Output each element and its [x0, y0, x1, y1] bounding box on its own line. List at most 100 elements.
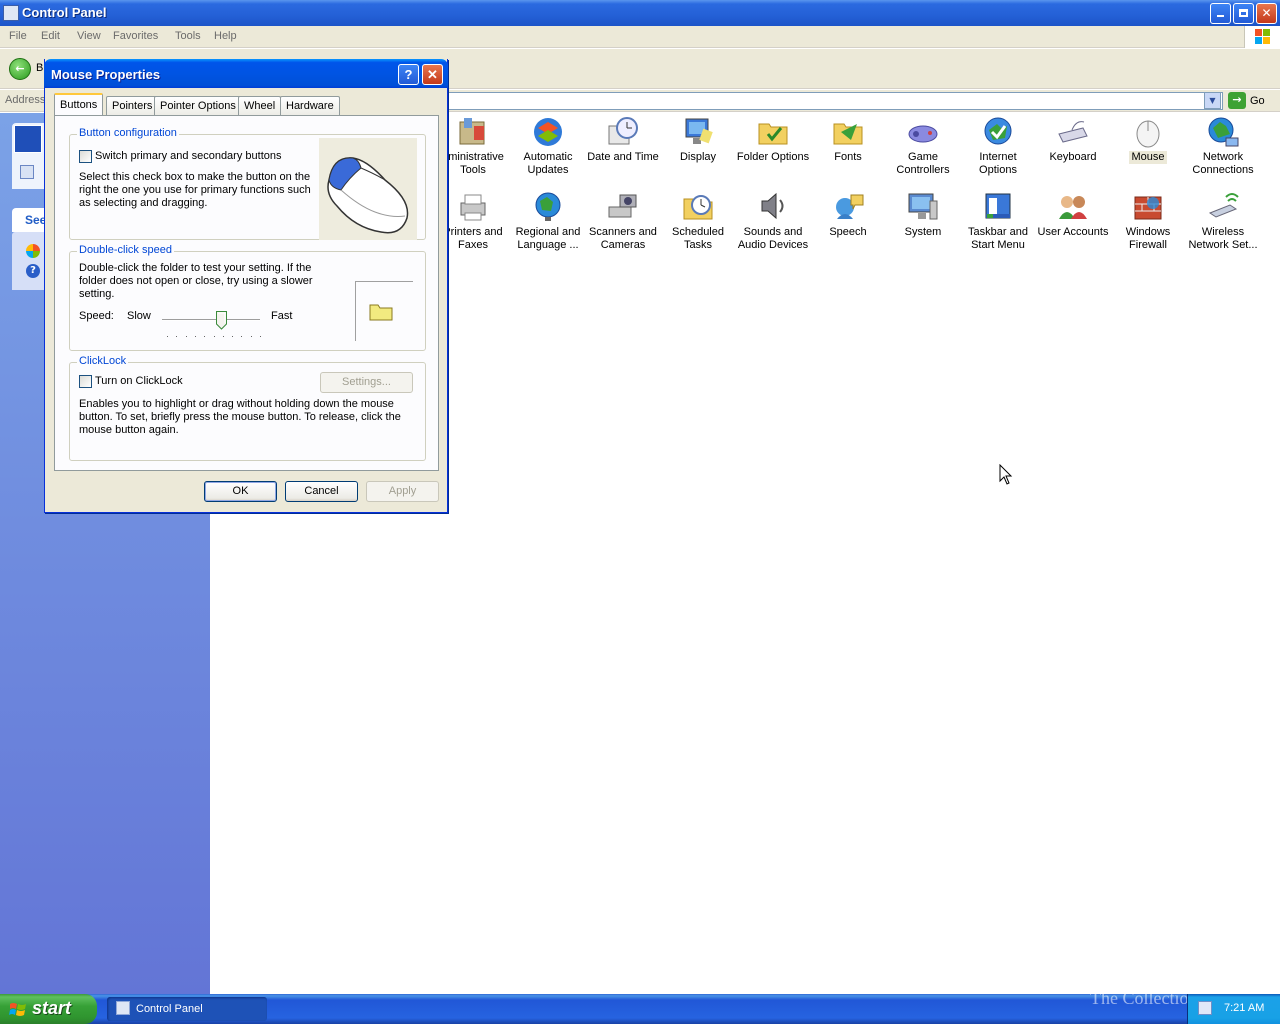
fonts-icon	[831, 116, 865, 148]
item-date-and-time[interactable]: Date and Time	[585, 116, 661, 164]
slider-tick	[185, 336, 187, 337]
ok-button[interactable]: OK	[204, 481, 277, 502]
item-mouse[interactable]: Mouse	[1110, 116, 1186, 164]
item-label: Date and Time	[587, 151, 659, 163]
tab-pointers[interactable]: Pointers	[106, 96, 159, 116]
item-wireless-network-setup[interactable]: Wireless Network Set...	[1185, 191, 1261, 252]
slider-tick	[204, 336, 206, 337]
item-user-accounts[interactable]: User Accounts	[1035, 191, 1111, 239]
item-system[interactable]: System	[885, 191, 961, 239]
go-label[interactable]: Go	[1250, 95, 1265, 107]
dialog-titlebar: Mouse Properties ? ✕	[44, 59, 448, 88]
network-tray-icon[interactable]	[1198, 1001, 1212, 1015]
clicklock-checkbox[interactable]	[79, 375, 92, 388]
double-click-description-2: folder does not open or close, try using…	[79, 275, 313, 287]
back-button[interactable]: ←	[9, 58, 31, 80]
system-icon	[906, 191, 940, 223]
item-internet-options[interactable]: Internet Options	[960, 116, 1036, 177]
mouse-properties-dialog: Mouse Properties ? ✕ Buttons Pointers Po…	[44, 59, 448, 513]
slider-tick	[241, 336, 243, 337]
minimize-button[interactable]	[1210, 3, 1231, 24]
go-button[interactable]: →	[1228, 92, 1246, 109]
windows-update-icon[interactable]	[26, 244, 40, 258]
slider-tick	[260, 336, 261, 337]
switch-buttons-label[interactable]: Switch primary and secondary buttons	[95, 150, 281, 163]
windows-flag-icon	[9, 1001, 27, 1017]
windows-logo-icon	[1244, 26, 1280, 48]
go-arrow-icon: →	[1232, 93, 1242, 106]
speed-slider-track[interactable]	[162, 319, 260, 321]
admin-tools-icon	[456, 116, 490, 148]
menu-tools[interactable]: Tools	[175, 30, 201, 42]
apply-button[interactable]: Apply	[366, 481, 439, 502]
switch-view-icon[interactable]	[20, 165, 34, 179]
taskbar-button-label: Control Panel	[136, 1003, 203, 1015]
address-input[interactable]	[448, 92, 1223, 110]
slider-tick	[213, 336, 215, 337]
item-speech[interactable]: Speech	[810, 191, 886, 239]
help-icon[interactable]: ?	[26, 264, 40, 278]
folder-options-icon	[756, 116, 790, 148]
taskbar-control-panel-button[interactable]: Control Panel	[107, 997, 267, 1021]
address-dropdown-button[interactable]: ▼	[1204, 92, 1221, 109]
item-game-controllers[interactable]: Game Controllers	[885, 116, 961, 177]
tab-wheel[interactable]: Wheel	[238, 96, 282, 116]
start-button[interactable]: start	[0, 994, 97, 1024]
group-title: ClickLock	[77, 355, 129, 367]
item-sounds-and-audio[interactable]: Sounds and Audio Devices	[735, 191, 811, 252]
item-label: Scanners and Cameras	[589, 226, 657, 251]
item-label: Scheduled Tasks	[672, 226, 724, 251]
dialog-close-button[interactable]: ✕	[422, 64, 443, 85]
test-folder-area[interactable]	[355, 281, 413, 341]
double-click-description-3: setting.	[79, 288, 115, 300]
clicklock-label[interactable]: Turn on ClickLock	[95, 375, 183, 388]
menu-favorites[interactable]: Favorites	[113, 30, 158, 42]
item-fonts[interactable]: Fonts	[810, 116, 886, 164]
switch-buttons-checkbox[interactable]	[79, 150, 92, 163]
cancel-button[interactable]: Cancel	[285, 481, 358, 502]
item-label: Network Connections	[1192, 151, 1254, 176]
tab-pointer-options[interactable]: Pointer Options	[154, 96, 242, 116]
date-time-icon	[606, 116, 640, 148]
item-label: System	[904, 226, 942, 238]
menu-view[interactable]: View	[77, 30, 101, 42]
back-arrow-icon: ←	[15, 62, 25, 75]
menu-edit[interactable]: Edit	[41, 30, 60, 42]
internet-options-icon	[981, 116, 1015, 148]
close-button[interactable]: ✕	[1256, 3, 1277, 24]
user-accounts-icon	[1056, 191, 1090, 223]
clicklock-settings-button[interactable]: Settings...	[320, 372, 413, 393]
scanners-icon	[606, 191, 640, 223]
restore-icon	[1239, 9, 1248, 17]
item-label: Display	[679, 151, 717, 163]
item-regional-and-language[interactable]: Regional and Language ...	[510, 191, 586, 252]
item-label: Fonts	[834, 151, 862, 163]
speed-slider-ticks	[167, 336, 262, 338]
buttons-tab-panel: Button configuration Switch primary and …	[54, 115, 439, 471]
item-label: User Accounts	[1037, 226, 1109, 238]
item-keyboard[interactable]: Keyboard	[1035, 116, 1111, 164]
tab-buttons[interactable]: Buttons	[54, 93, 104, 116]
item-automatic-updates[interactable]: Automatic Updates	[510, 116, 586, 177]
system-tray: 7:21 AM	[1187, 994, 1280, 1024]
menu-help[interactable]: Help	[214, 30, 237, 42]
clock: 7:21 AM	[1224, 1002, 1265, 1014]
fast-label: Fast	[271, 310, 293, 322]
item-label: Regional and Language ...	[515, 226, 581, 251]
test-folder-icon[interactable]	[369, 301, 393, 324]
dialog-help-button[interactable]: ?	[398, 64, 419, 85]
menu-file[interactable]: File	[9, 30, 27, 42]
item-network-connections[interactable]: Network Connections	[1185, 116, 1261, 177]
window-title: Control Panel	[22, 5, 107, 20]
item-scheduled-tasks[interactable]: Scheduled Tasks	[660, 191, 736, 252]
item-display[interactable]: Display	[660, 116, 736, 164]
item-label: Wireless Network Set...	[1188, 226, 1258, 251]
restore-button[interactable]	[1233, 3, 1254, 24]
slider-tick	[167, 336, 168, 337]
tab-hardware[interactable]: Hardware	[280, 96, 340, 116]
item-windows-firewall[interactable]: Windows Firewall	[1110, 191, 1186, 252]
item-folder-options[interactable]: Folder Options	[735, 116, 811, 164]
item-scanners-and-cameras[interactable]: Scanners and Cameras	[585, 191, 661, 252]
item-taskbar-and-start-menu[interactable]: Taskbar and Start Menu	[960, 191, 1036, 252]
speed-slider-thumb[interactable]	[215, 311, 227, 330]
